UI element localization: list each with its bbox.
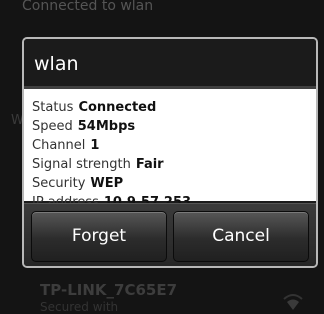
network-details-dialog: wlan Status Connected Speed 54Mbps Channel… [22, 37, 318, 268]
info-value: WEP [90, 176, 124, 191]
info-row-signal-strength: Signal strength Fair [32, 155, 316, 174]
background-network-name: TP-LINK_7C65E7 [40, 281, 178, 299]
forget-button[interactable]: Forget [31, 211, 167, 262]
wifi-signal-icon [283, 294, 303, 310]
background-network-status: Secured with [40, 300, 119, 314]
dialog-title: wlan [24, 39, 316, 89]
info-row-security: Security WEP [32, 174, 316, 193]
dialog-button-bar: Forget Cancel [24, 203, 316, 266]
info-label: Security [32, 176, 86, 191]
info-label: Status [32, 100, 74, 115]
cancel-button[interactable]: Cancel [173, 211, 309, 262]
info-value: Connected [78, 100, 157, 115]
info-value: 54Mbps [77, 119, 136, 134]
info-row-speed: Speed 54Mbps [32, 117, 316, 136]
network-info-panel: Status Connected Speed 54Mbps Channel 1 Sig… [24, 89, 316, 210]
info-row-status: Status Connected [32, 98, 316, 117]
info-label: Channel [32, 138, 86, 153]
background-connected-text: Connected to wlan [22, 0, 154, 14]
info-label: Speed [32, 119, 73, 134]
info-value: Fair [135, 157, 164, 172]
info-label: Signal strength [32, 157, 131, 172]
info-row-channel: Channel 1 [32, 136, 316, 155]
info-value: 1 [90, 138, 100, 153]
